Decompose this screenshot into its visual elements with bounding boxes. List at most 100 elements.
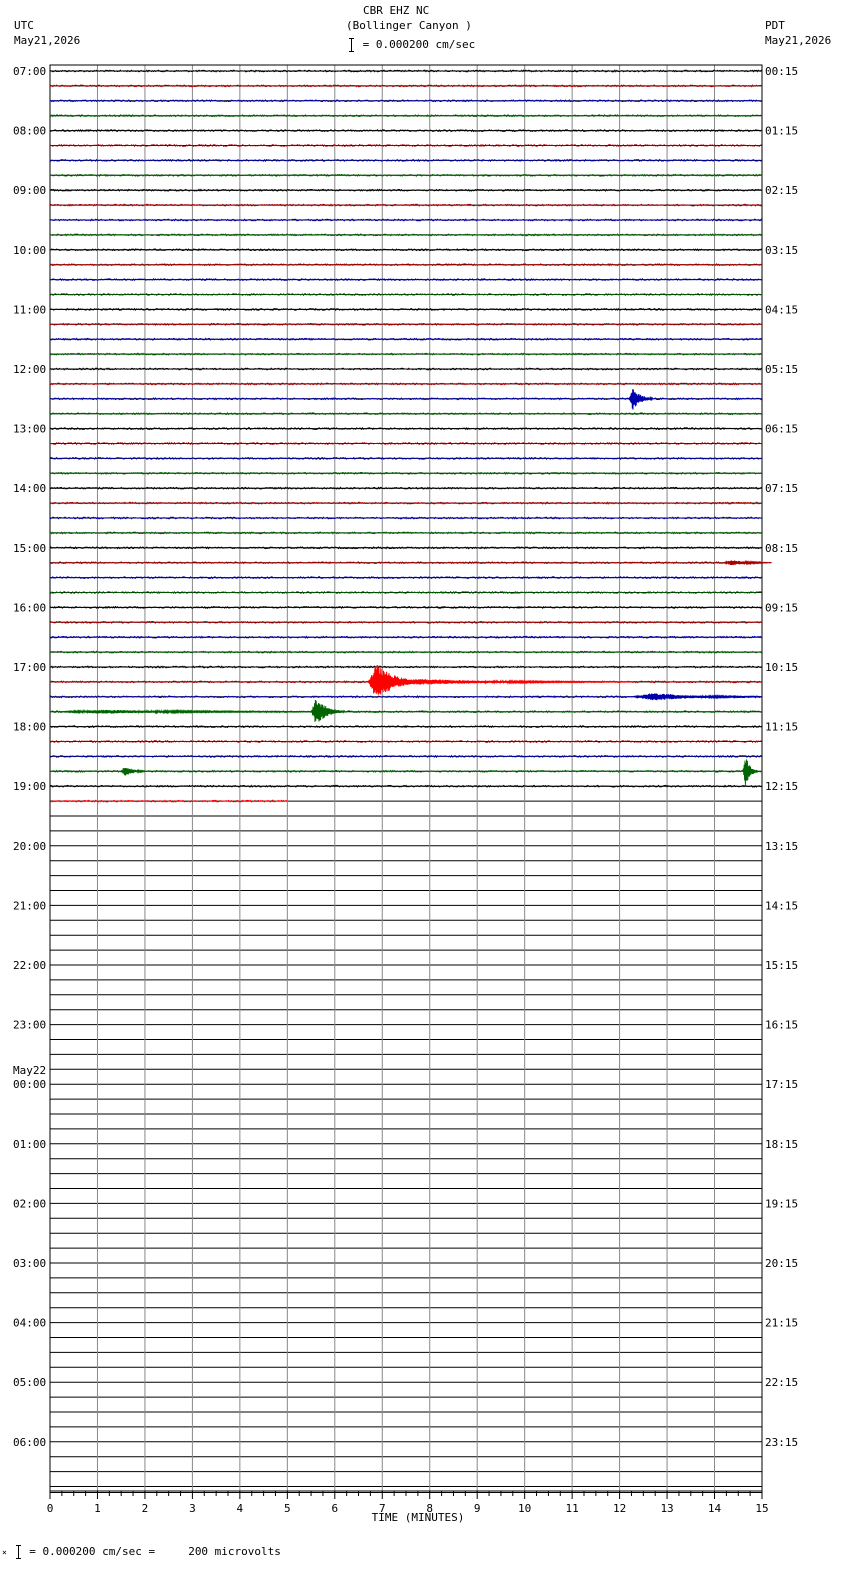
seismogram-plot: 07:00 08:00 09:00 10:00 11:00 12:00 13:00 14:00… xyxy=(13,64,798,1524)
trace-row xyxy=(49,158,763,163)
seismic-event xyxy=(310,699,345,722)
trace-row xyxy=(49,411,763,416)
right-hour-label: 03:15 xyxy=(765,244,798,257)
right-hour-label: 13:15 xyxy=(765,840,798,853)
x-tick-label: 15 xyxy=(755,1502,768,1515)
left-hour-label: 08:00 xyxy=(13,125,46,138)
trace-row xyxy=(49,322,763,327)
footer-scale-bar-icon xyxy=(15,1545,23,1559)
x-tick-label: 11 xyxy=(566,1502,579,1515)
x-tick-label: 6 xyxy=(331,1502,338,1515)
trace-row xyxy=(49,441,763,446)
left-hour-label: 19:00 xyxy=(13,780,46,793)
right-hour-label: 06:15 xyxy=(765,423,798,436)
trace-row xyxy=(49,382,763,386)
left-hour-label: 07:00 xyxy=(13,65,46,78)
trace-row xyxy=(50,352,763,356)
x-tick-label: 14 xyxy=(708,1502,722,1515)
left-date-change-label: May22 xyxy=(13,1064,46,1077)
x-axis: 0 1 2 3 4 5 6 7 8 9 10 11 12 13 14 15TIME (MINUTES) xyxy=(47,1490,769,1524)
left-hour-label: 05:00 xyxy=(13,1376,46,1389)
left-hour-label: 01:00 xyxy=(13,1138,46,1151)
right-hour-label: 02:15 xyxy=(765,184,798,197)
x-tick-label: 5 xyxy=(284,1502,291,1515)
seismic-event xyxy=(633,693,763,701)
left-hour-label: 09:00 xyxy=(13,184,46,197)
trace-row xyxy=(50,128,763,133)
trace-row xyxy=(49,784,763,788)
right-hour-label: 21:15 xyxy=(765,1317,798,1330)
trace-row xyxy=(49,605,763,610)
x-tick-label: 3 xyxy=(189,1502,196,1515)
trace-row xyxy=(49,188,763,192)
x-tick-label: 2 xyxy=(142,1502,149,1515)
left-hour-label: 18:00 xyxy=(13,721,46,734)
trace-row xyxy=(49,665,763,669)
footer-scale-text: = 0.000200 cm/sec = 200 microvolts xyxy=(29,1545,281,1558)
right-hour-label: 14:15 xyxy=(765,899,798,912)
left-hour-label: 11:00 xyxy=(13,303,46,316)
x-axis-title: TIME (MINUTES) xyxy=(372,1511,465,1524)
right-hour-label: 10:15 xyxy=(765,661,798,674)
trace-row xyxy=(49,590,763,595)
footer-marker-icon: × xyxy=(2,1548,7,1557)
left-hour-label: 06:00 xyxy=(13,1436,46,1449)
seismic-event xyxy=(382,679,635,685)
x-tick-label: 9 xyxy=(474,1502,481,1515)
right-hour-label: 00:15 xyxy=(765,65,798,78)
right-hour-label: 04:15 xyxy=(765,303,798,316)
right-hour-label: 05:15 xyxy=(765,363,798,376)
left-hour-label: 17:00 xyxy=(13,661,46,674)
right-hour-label: 17:15 xyxy=(765,1078,798,1091)
right-hour-label: 11:15 xyxy=(765,721,798,734)
left-hour-label: 04:00 xyxy=(13,1317,46,1330)
right-hour-label: 23:15 xyxy=(765,1436,798,1449)
right-hour-label: 08:15 xyxy=(765,542,798,555)
trace-row xyxy=(49,218,763,222)
right-hour-label: 09:15 xyxy=(765,601,798,614)
left-hour-label: 02:00 xyxy=(13,1197,46,1210)
right-hour-label: 16:15 xyxy=(765,1019,798,1032)
trace-row xyxy=(49,69,763,73)
right-hour-label: 07:15 xyxy=(765,482,798,495)
right-hour-label: 18:15 xyxy=(765,1138,798,1151)
trace-row xyxy=(49,754,763,759)
trace-row xyxy=(49,635,763,639)
trace-row xyxy=(49,650,762,654)
trace-row xyxy=(49,739,763,744)
right-hour-label: 19:15 xyxy=(765,1197,798,1210)
left-hour-label: 00:00 xyxy=(13,1078,46,1091)
left-hour-label: 12:00 xyxy=(13,363,46,376)
trace-row xyxy=(49,262,763,267)
trace-row xyxy=(49,471,763,476)
x-tick-label: 4 xyxy=(237,1502,244,1515)
left-hour-label: 13:00 xyxy=(13,423,46,436)
traces xyxy=(49,69,772,803)
x-tick-label: 1 xyxy=(94,1502,101,1515)
seismic-event xyxy=(120,767,146,776)
seismic-event xyxy=(742,759,758,785)
left-hour-label: 21:00 xyxy=(13,899,46,912)
footer-scale: × = 0.000200 cm/sec = 200 microvolts xyxy=(2,1545,281,1559)
left-hour-label: 16:00 xyxy=(13,601,46,614)
trace-row xyxy=(49,277,763,282)
trace-row xyxy=(49,501,763,505)
right-hour-label: 22:15 xyxy=(765,1376,798,1389)
left-hour-label: 22:00 xyxy=(13,959,46,972)
left-hour-label: 15:00 xyxy=(13,542,46,555)
trace-row xyxy=(49,516,763,520)
right-hour-label: 20:15 xyxy=(765,1257,798,1270)
x-tick-label: 10 xyxy=(518,1502,531,1515)
seismic-event xyxy=(723,559,772,566)
trace-row xyxy=(49,426,763,431)
trace-row xyxy=(49,531,763,535)
trace-row xyxy=(49,367,763,371)
trace-row xyxy=(49,114,763,118)
x-tick-label: 0 xyxy=(47,1502,54,1515)
left-hour-label: 10:00 xyxy=(13,244,46,257)
trace-row xyxy=(49,173,763,177)
trace-row xyxy=(49,561,763,565)
x-tick-label: 12 xyxy=(613,1502,626,1515)
trace-row xyxy=(49,620,763,624)
seismic-event xyxy=(59,708,345,715)
